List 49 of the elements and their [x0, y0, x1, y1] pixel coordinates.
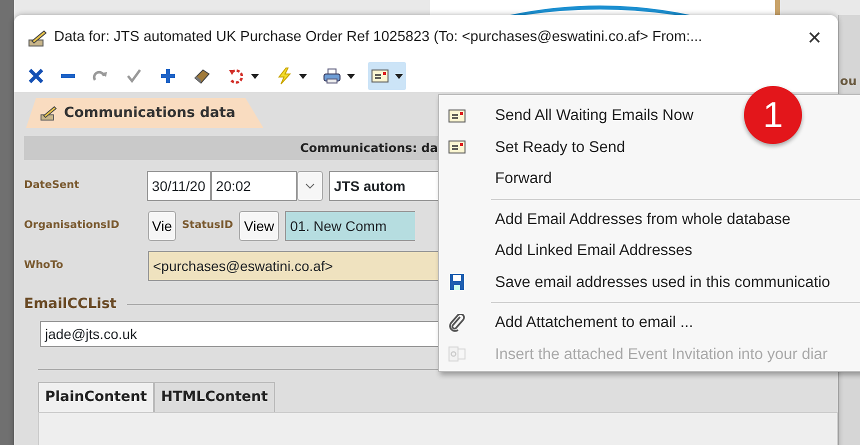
- envelope-icon: [448, 106, 466, 125]
- caret-icon: [299, 74, 307, 78]
- view-button[interactable]: View: [239, 211, 280, 241]
- caret-icon: [251, 74, 259, 78]
- close-icon: [27, 67, 45, 85]
- close-button[interactable]: ✕: [801, 28, 828, 46]
- field-label: EmailCCList: [24, 295, 116, 314]
- caret-icon: [347, 74, 355, 78]
- page-tab[interactable]: Communications data: [26, 98, 264, 128]
- pencil-icon: [28, 28, 48, 46]
- time-field[interactable]: 20:02: [210, 171, 297, 201]
- printer-icon: [323, 67, 341, 85]
- field-label: OrganisationsID: [24, 218, 120, 234]
- caret-icon: [395, 74, 403, 78]
- content-tab[interactable]: HTMLContent: [154, 382, 275, 412]
- paperclip-icon: [448, 314, 466, 332]
- field-label: StatusID: [182, 218, 234, 234]
- date-field[interactable]: 30/11/20: [146, 171, 211, 201]
- section-header: Communications: da: [24, 136, 438, 160]
- minus-icon: [61, 74, 75, 78]
- plus-icon: [159, 67, 177, 85]
- menu-item[interactable]: Add Email Addresses from whole database: [439, 204, 860, 235]
- dropdown-button[interactable]: [296, 171, 323, 201]
- calendar-icon: [448, 345, 466, 364]
- envelope-icon: [371, 67, 389, 85]
- envelope-icon: [448, 138, 466, 156]
- menu-item[interactable]: Add Attatchement to email ...: [439, 307, 860, 338]
- recipient-field[interactable]: <purchases@eswatini.co.af>: [148, 251, 438, 281]
- cc-field[interactable]: jade@jts.co.uk: [40, 321, 438, 347]
- tab-label: Communications data: [64, 104, 236, 122]
- menu-item[interactable]: Forward: [439, 163, 860, 194]
- toolbar-button[interactable]: [368, 62, 406, 90]
- window-title: Data for: JTS automated UK Purchase Order Ref 1025823 (To: <purchases@eswatini.co.af> From:...: [54, 28, 704, 47]
- status-field[interactable]: 01. New Comm: [285, 211, 416, 241]
- field-label: DateSent: [24, 178, 80, 194]
- view-button[interactable]: Vie: [148, 211, 176, 241]
- eraser-icon: [193, 67, 211, 85]
- floppy-icon: [448, 273, 466, 292]
- undo-icon: [227, 67, 245, 85]
- menu-item[interactable]: Add Linked Email Addresses: [439, 235, 860, 266]
- menu-item[interactable]: Save email addresses used in this communicatio: [439, 266, 860, 298]
- check-icon: [125, 67, 143, 85]
- content-tab[interactable]: PlainContent: [38, 382, 154, 412]
- pencil-icon: [40, 105, 58, 121]
- field-label: WhoTo: [24, 258, 64, 274]
- lightning-icon: [275, 67, 293, 85]
- subject-field[interactable]: JTS autom: [328, 171, 438, 201]
- chevron-icon: [304, 183, 315, 189]
- label-fragment: ou: [840, 73, 857, 90]
